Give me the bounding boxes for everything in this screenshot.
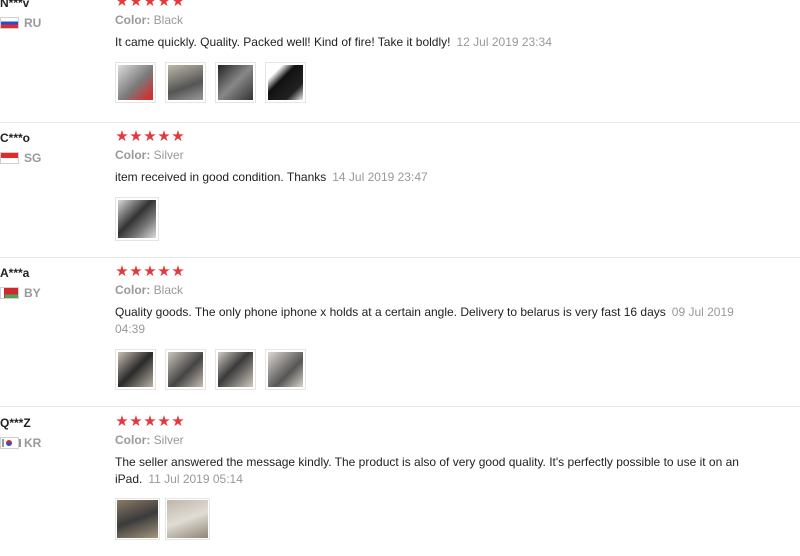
star-icon: ★ — [115, 413, 129, 430]
star-rating: ★ ★ ★ ★ ★ — [115, 0, 185, 10]
review-photo[interactable] — [215, 349, 256, 390]
country-code: BY — [24, 286, 41, 300]
review-photo[interactable] — [115, 498, 160, 540]
review-body: Quality goods. The only phone iphone x h… — [115, 305, 666, 319]
attribute-label: Color: — [115, 283, 151, 297]
reviewer-country: SG — [0, 151, 41, 165]
star-icon: ★ — [171, 413, 185, 430]
flag-by-icon — [0, 287, 19, 299]
review-photo[interactable] — [115, 62, 156, 103]
reviewer-country: RU — [0, 16, 41, 30]
review-photo[interactable] — [265, 349, 306, 390]
photo-silver-stand-desk — [167, 500, 208, 538]
photo-black-stand-3 — [218, 352, 253, 387]
star-rating: ★ ★ ★ ★ ★ — [115, 129, 185, 145]
reviewer-country: BY — [0, 286, 41, 300]
attribute-value: Black — [153, 283, 184, 297]
photo-black-stand-2 — [168, 352, 203, 387]
star-rating: ★ ★ ★ ★ ★ — [115, 414, 185, 430]
attribute-label: Color: — [115, 148, 151, 162]
review-date: 12 Jul 2019 23:34 — [456, 35, 552, 49]
star-icon: ★ — [143, 0, 157, 10]
photo-stand-dark — [218, 65, 253, 100]
star-icon: ★ — [171, 128, 185, 145]
photo-ipad-stand — [117, 500, 158, 538]
photo-list — [115, 197, 168, 241]
flag-kr-icon — [0, 437, 21, 449]
photo-list — [115, 349, 315, 390]
photo-black-stand-4 — [268, 352, 303, 387]
country-code: SG — [24, 151, 42, 165]
attribute-value: Silver — [153, 148, 184, 162]
attribute-label: Color: — [115, 433, 151, 447]
star-icon: ★ — [157, 413, 171, 430]
review-photo[interactable] — [215, 62, 256, 103]
attribute-label: Color: — [115, 13, 151, 27]
star-icon: ★ — [143, 263, 157, 280]
star-rating: ★ ★ ★ ★ ★ — [115, 264, 185, 280]
review-text: item received in good condition. Thanks 1… — [115, 169, 765, 186]
product-attribute: Color: Black — [115, 13, 183, 27]
star-icon: ★ — [157, 263, 171, 280]
review-item: A***a BY ★ ★ ★ ★ ★ Color: Black Quality good… — [0, 264, 800, 407]
review-date: 14 Jul 2019 23:47 — [332, 170, 428, 184]
flag-ru-icon — [0, 17, 19, 29]
star-icon: ★ — [171, 0, 185, 10]
star-icon: ★ — [143, 413, 157, 430]
attribute-value: Black — [153, 13, 184, 27]
star-icon: ★ — [115, 128, 129, 145]
review-photo[interactable] — [165, 62, 206, 103]
photo-stand-angled — [168, 65, 203, 100]
country-code: RU — [24, 16, 42, 30]
reviewer-country: KR — [0, 436, 41, 450]
product-attribute: Color: Black — [115, 283, 183, 297]
star-icon: ★ — [129, 413, 143, 430]
review-text: It came quickly. Quality. Packed well! K… — [115, 34, 765, 51]
photo-list — [115, 62, 315, 103]
flag-sg-icon — [0, 152, 19, 164]
review-body: It came quickly. Quality. Packed well! K… — [115, 35, 451, 49]
review-photo[interactable] — [115, 349, 156, 390]
review-item: N***v RU ★ ★ ★ ★ ★ Color: Black It came quic… — [0, 0, 800, 123]
star-icon: ★ — [129, 0, 143, 10]
review-item: Q***Z KR ★ ★ ★ ★ ★ Color: Silver The seller … — [0, 414, 800, 556]
reviewer-name: C***o — [0, 131, 31, 145]
star-icon: ★ — [115, 263, 129, 280]
star-icon: ★ — [129, 263, 143, 280]
star-icon: ★ — [143, 128, 157, 145]
product-attribute: Color: Silver — [115, 148, 184, 162]
review-date: 11 Jul 2019 05:14 — [148, 472, 243, 486]
reviewer-name: A***a — [0, 266, 30, 280]
review-photo[interactable] — [165, 349, 206, 390]
country-code: KR — [24, 436, 42, 450]
review-body: item received in good condition. Thanks — [115, 170, 327, 184]
photo-silver-stand — [118, 200, 156, 238]
photo-black-stand-1 — [118, 352, 153, 387]
photo-stand-box — [118, 65, 153, 100]
star-icon: ★ — [115, 0, 129, 10]
reviewer-name: N***v — [0, 0, 30, 10]
review-photo[interactable] — [115, 197, 159, 241]
review-photo[interactable] — [265, 62, 306, 103]
star-icon: ★ — [171, 263, 185, 280]
product-attribute: Color: Silver — [115, 433, 184, 447]
star-icon: ★ — [157, 0, 171, 10]
review-item: C***o SG ★ ★ ★ ★ ★ Color: Silver item receiv… — [0, 129, 800, 258]
attribute-value: Silver — [153, 433, 184, 447]
review-text: Quality goods. The only phone iphone x h… — [115, 304, 765, 338]
photo-list — [115, 498, 219, 540]
star-icon: ★ — [157, 128, 171, 145]
photo-stand-black — [268, 65, 303, 100]
review-photo[interactable] — [165, 498, 210, 540]
review-text: The seller answered the message kindly. … — [115, 454, 765, 488]
reviewer-name: Q***Z — [0, 416, 31, 430]
star-icon: ★ — [129, 128, 143, 145]
